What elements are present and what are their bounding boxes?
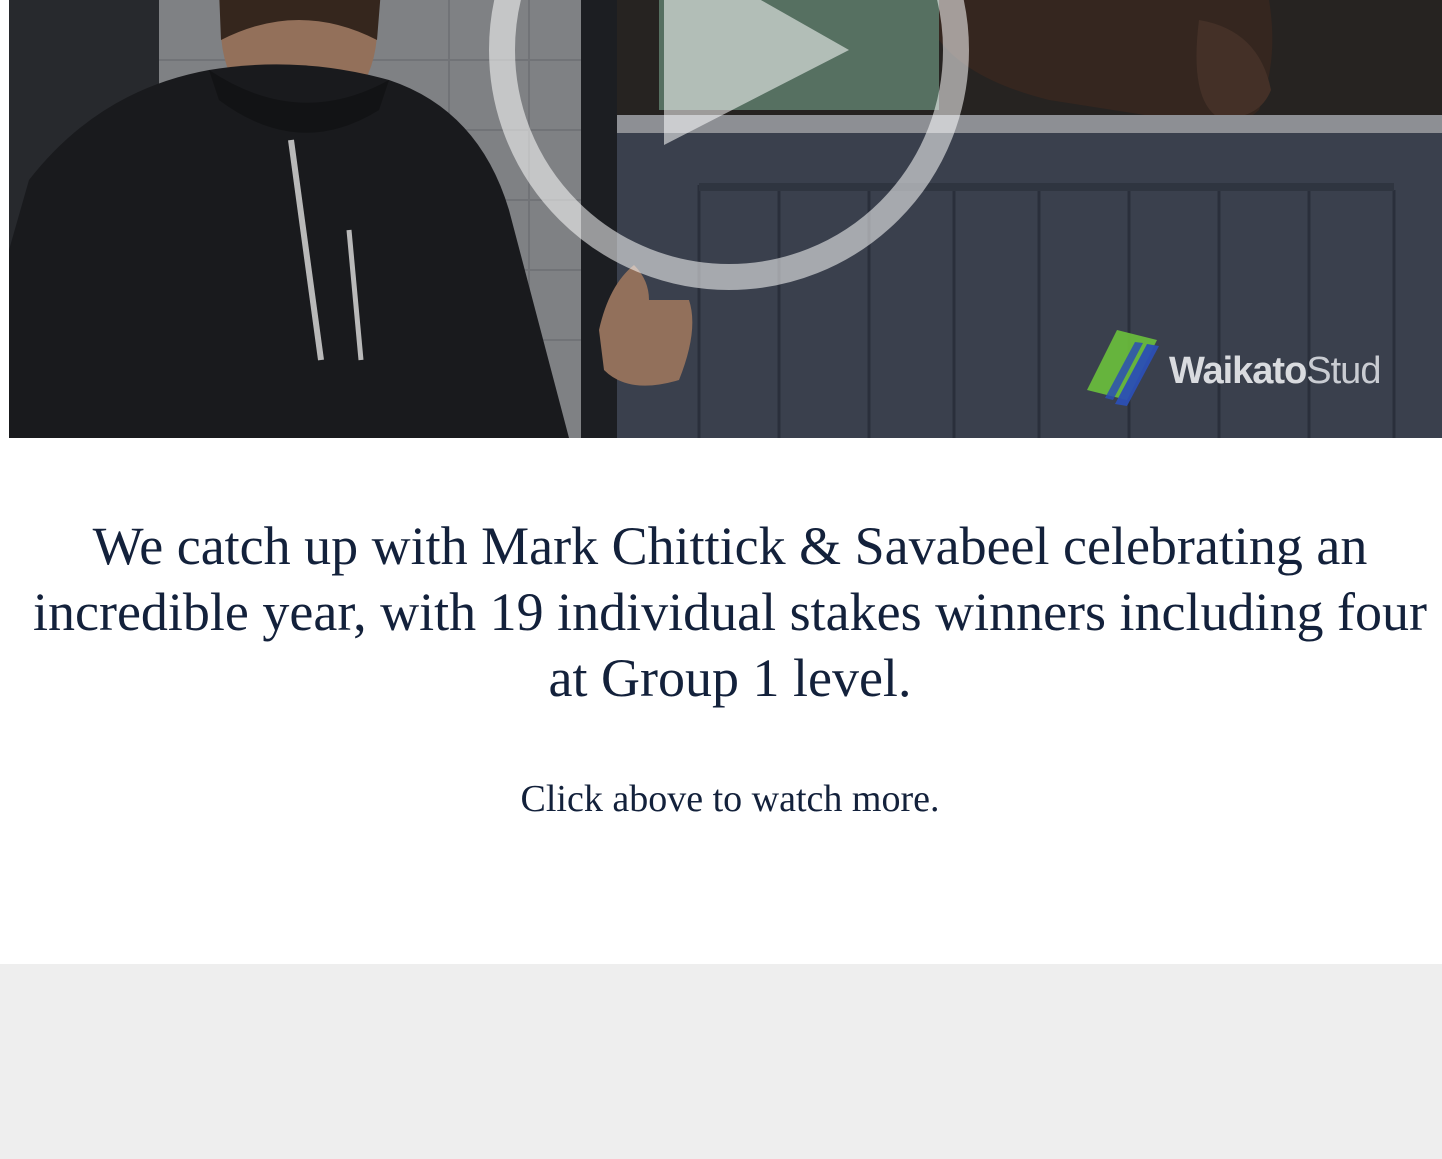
logo-wordmark: WaikatoStud <box>1169 350 1381 393</box>
waikato-stud-logo: WaikatoStud <box>1077 328 1397 408</box>
article-headline: We catch up with Mark Chittick & Savabee… <box>32 516 1427 708</box>
article-content: We catch up with Mark Chittick & Savabee… <box>0 438 1442 964</box>
play-icon[interactable] <box>489 0 969 290</box>
footer-band <box>0 964 1442 1159</box>
waikato-stud-logo-mark-icon <box>1087 330 1159 406</box>
logo-text-bold: Waikato <box>1169 350 1307 392</box>
logo-text-light: Stud <box>1306 350 1381 392</box>
video-player[interactable]: WaikatoStud <box>9 0 1442 438</box>
watch-more-text: Click above to watch more. <box>520 778 940 820</box>
